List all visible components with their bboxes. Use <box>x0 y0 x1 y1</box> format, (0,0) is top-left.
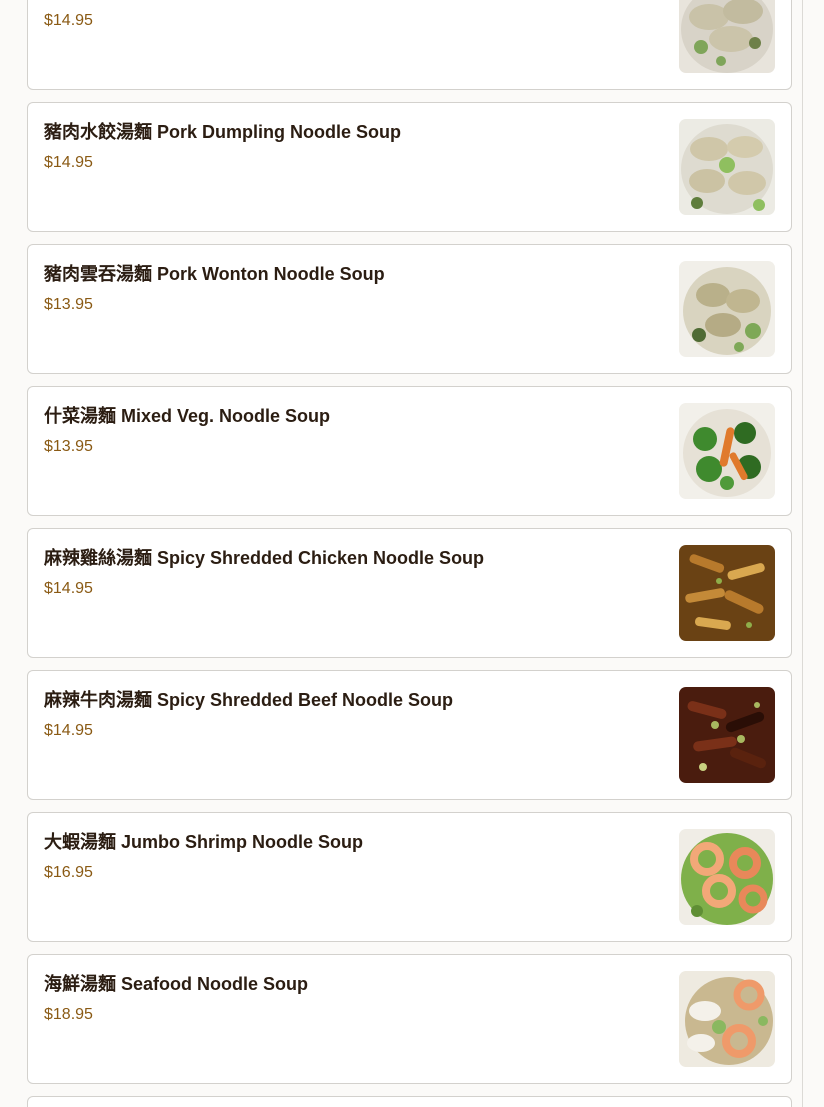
menu-item-list: $14.95 豬肉水餃湯麵 Pork Dumpling Noodle Soup … <box>27 0 792 1107</box>
menu-item-card[interactable]: 海鮮湯麵 Seafood Noodle Soup $18.95 <box>27 954 792 1084</box>
menu-item-card[interactable]: 豬肉水餃湯麵 Pork Dumpling Noodle Soup $14.95 <box>27 102 792 232</box>
menu-item-card[interactable]: 什菜湯麵 Mixed Veg. Noodle Soup $13.95 <box>27 386 792 516</box>
menu-item-card[interactable]: 麻辣雞絲湯麵 Spicy Shredded Chicken Noodle Sou… <box>27 528 792 658</box>
spicy-beef-soup-photo[interactable] <box>679 687 775 783</box>
menu-item-price: $14.95 <box>44 154 93 171</box>
menu-item-card[interactable]: 大蝦湯麵 Jumbo Shrimp Noodle Soup $16.95 <box>27 812 792 942</box>
pork-dumpling-soup-photo[interactable] <box>679 119 775 215</box>
menu-page: $14.95 豬肉水餃湯麵 Pork Dumpling Noodle Soup … <box>0 0 824 1107</box>
menu-item-price: $18.95 <box>44 1006 93 1023</box>
menu-item-name: 什菜湯麵 Mixed Veg. Noodle Soup <box>44 406 331 426</box>
menu-item-name: 豬肉雲吞湯麵 Pork Wonton Noodle Soup <box>44 264 385 284</box>
menu-item-card[interactable] <box>27 1096 792 1107</box>
menu-item-card[interactable]: 麻辣牛肉湯麵 Spicy Shredded Beef Noodle Soup $… <box>27 670 792 800</box>
seafood-soup-photo[interactable] <box>679 971 775 1067</box>
menu-item-price: $16.95 <box>44 864 93 881</box>
menu-item-card[interactable]: $14.95 <box>27 0 792 90</box>
jumbo-shrimp-soup-photo[interactable] <box>679 829 775 925</box>
menu-item-price: $14.95 <box>44 580 93 597</box>
pork-wonton-soup-photo[interactable] <box>679 261 775 357</box>
menu-item-price: $13.95 <box>44 438 93 455</box>
menu-item-name: 海鮮湯麵 Seafood Noodle Soup <box>44 974 308 994</box>
page-edge-divider <box>802 0 803 1107</box>
spicy-chicken-soup-photo[interactable] <box>679 545 775 641</box>
menu-item-price: $14.95 <box>44 722 93 739</box>
menu-item-name: 豬肉水餃湯麵 Pork Dumpling Noodle Soup <box>44 122 401 142</box>
dumpling-soup-photo[interactable] <box>679 0 775 73</box>
menu-item-name: 麻辣牛肉湯麵 Spicy Shredded Beef Noodle Soup <box>44 690 454 710</box>
menu-item-card[interactable]: 豬肉雲吞湯麵 Pork Wonton Noodle Soup $13.95 <box>27 244 792 374</box>
mixed-veg-soup-photo[interactable] <box>679 403 775 499</box>
menu-item-price: $13.95 <box>44 296 93 313</box>
menu-item-name: 麻辣雞絲湯麵 Spicy Shredded Chicken Noodle Sou… <box>44 548 485 568</box>
menu-item-price: $14.95 <box>44 12 93 29</box>
menu-item-name: 大蝦湯麵 Jumbo Shrimp Noodle Soup <box>44 832 363 852</box>
